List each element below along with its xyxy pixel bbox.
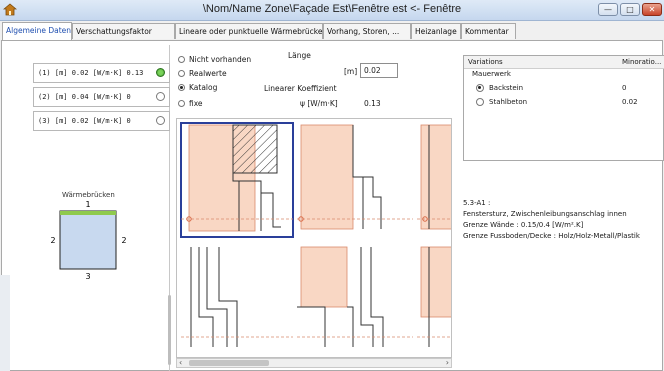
- window-area-shape: [59, 210, 117, 270]
- gallery-horizontal-scrollbar[interactable]: ‹ ›: [176, 358, 452, 368]
- tab-verschattungsfaktor[interactable]: Verschattungsfaktor: [72, 23, 175, 39]
- radio-icon: [178, 100, 185, 107]
- detail-thumbnail-2[interactable]: [297, 124, 413, 230]
- length-header: Länge: [288, 51, 311, 60]
- detail-limit-floor: Grenze Fussboden/Decke : Holz/Holz-Metal…: [463, 232, 640, 240]
- tab-algemeine-daten[interactable]: Algemeine Daten: [2, 22, 72, 41]
- tab-bar: Algemeine Daten Verschattungsfaktor Line…: [0, 22, 664, 41]
- variation-row-backstein[interactable]: Backstein: [476, 84, 523, 92]
- length-input[interactable]: 0.02: [360, 63, 398, 78]
- radio-label: Katalog: [189, 83, 218, 92]
- catalog-panel: Nicht vorhanden Realwerte Katalog fixe L…: [176, 45, 460, 371]
- detail-thumbnail-selected[interactable]: [180, 122, 294, 238]
- title-bar: \Nom/Name Zone\Façade Est\Fenêtre est <-…: [0, 0, 664, 21]
- source-option-katalog[interactable]: Katalog: [178, 83, 217, 92]
- selected-indicator-icon: [156, 68, 165, 77]
- length-unit: [m]: [344, 67, 358, 76]
- detail-limit-walls: Grenze Wände : 0.15/0.4 [W/m².K]: [463, 221, 584, 229]
- detail-thumbnail-5[interactable]: [297, 246, 413, 347]
- edge-number-right: 2: [121, 236, 126, 245]
- detail-thumbnail-3[interactable]: [417, 124, 452, 230]
- variation-label: Backstein: [489, 84, 524, 92]
- edge-number-top: 1: [85, 200, 90, 209]
- radio-label: Realwerte: [189, 69, 227, 78]
- left-scrollbar[interactable]: [168, 295, 171, 365]
- variations-group-label: Mauerwerk: [472, 70, 511, 78]
- coefficient-value: 0.13: [364, 99, 381, 108]
- window-title: \Nom/Name Zone\Façade Est\Fenêtre est <-…: [202, 3, 462, 15]
- maximize-button[interactable]: □: [620, 3, 640, 16]
- bridge-option-label: (2) [m] 0.04 [W/m·K] 0: [38, 93, 131, 101]
- minimize-button[interactable]: —: [598, 3, 618, 16]
- application-window: \Nom/Name Zone\Façade Est\Fenêtre est <-…: [0, 0, 664, 371]
- house-icon: [3, 3, 17, 16]
- variation-label: Stahlbeton: [489, 98, 528, 106]
- bridge-option-label: (3) [m] 0.02 [W/m·K] 0: [38, 117, 131, 125]
- variation-value: 0: [622, 84, 627, 92]
- chevron-right-icon[interactable]: ›: [446, 358, 449, 367]
- edge-number-left: 2: [50, 236, 55, 245]
- unselected-indicator-icon: [156, 116, 165, 125]
- tab-waermebruecke[interactable]: Lineare oder punktuelle Wärmebrücke:: [175, 23, 325, 39]
- tab-kommentar[interactable]: Kommentar: [461, 23, 516, 39]
- coefficient-unit: ψ [W/m·K]: [300, 99, 338, 108]
- column-header-variations: Variations: [468, 58, 503, 66]
- radio-icon: [476, 98, 484, 106]
- chevron-left-icon[interactable]: ‹: [179, 358, 182, 367]
- detail-thumbnail-4[interactable]: [181, 247, 293, 347]
- scrollbar-thumb[interactable]: [189, 360, 269, 366]
- variation-value: 0.02: [622, 98, 638, 106]
- source-option-nicht-vorhanden[interactable]: Nicht vorhanden: [178, 55, 251, 64]
- detail-thumbnails: [180, 122, 452, 347]
- tab-vorhang-storen[interactable]: Vorhang, Storen, ...: [323, 23, 411, 39]
- thermal-bridge-list-panel: (1) [m] 0.02 [W/m·K] 0.13 (2) [m] 0.04 […: [6, 45, 171, 371]
- detail-description: Fenstersturz, Zwischenleibungsanschlag i…: [463, 210, 627, 218]
- background-edge: [0, 275, 10, 371]
- tab-heizanlage[interactable]: Heizanlage: [411, 23, 461, 39]
- bridge-option-3[interactable]: (3) [m] 0.02 [W/m·K] 0: [33, 111, 170, 131]
- variations-table: Variations Minoratio... Mauerwerk Backst…: [463, 55, 664, 161]
- radio-checked-icon: [476, 84, 484, 92]
- thermal-bridge-diagram: 1 2 2 3: [50, 200, 126, 281]
- edge-number-bottom: 3: [85, 272, 90, 281]
- bridge-option-label: (1) [m] 0.02 [W/m·K] 0.13: [38, 69, 144, 77]
- detail-code: 5.3-A1 :: [463, 199, 491, 207]
- detail-thumbnail-6[interactable]: [417, 246, 452, 347]
- radio-checked-icon: [178, 84, 185, 91]
- source-option-fixe[interactable]: fixe: [178, 99, 203, 108]
- column-header-minoration: Minoratio...: [622, 58, 662, 66]
- radio-label: fixe: [189, 99, 203, 108]
- radio-icon: [178, 70, 185, 77]
- source-option-realwerte[interactable]: Realwerte: [178, 69, 227, 78]
- radio-icon: [178, 56, 185, 63]
- lintel-highlight: [60, 211, 116, 215]
- bridge-option-1[interactable]: (1) [m] 0.02 [W/m·K] 0.13: [33, 63, 170, 83]
- tab-content-panel: (1) [m] 0.02 [W/m·K] 0.13 (2) [m] 0.04 […: [1, 40, 664, 371]
- detail-catalog-gallery: [176, 118, 452, 358]
- unselected-indicator-icon: [156, 92, 165, 101]
- radio-label: Nicht vorhanden: [189, 55, 252, 64]
- detail-info: 5.3-A1 : Fenstersturz, Zwischenleibungsa…: [463, 198, 664, 242]
- variation-row-stahlbeton[interactable]: Stahlbeton: [476, 98, 527, 106]
- close-button[interactable]: ✕: [642, 3, 662, 16]
- bridge-option-2[interactable]: (2) [m] 0.04 [W/m·K] 0: [33, 87, 170, 107]
- variations-header: Variations Minoratio...: [464, 56, 664, 69]
- thermal-bridge-box-title: Wärmebrücken: [62, 191, 115, 199]
- coefficient-header: Linearer Koeffizient: [264, 84, 337, 93]
